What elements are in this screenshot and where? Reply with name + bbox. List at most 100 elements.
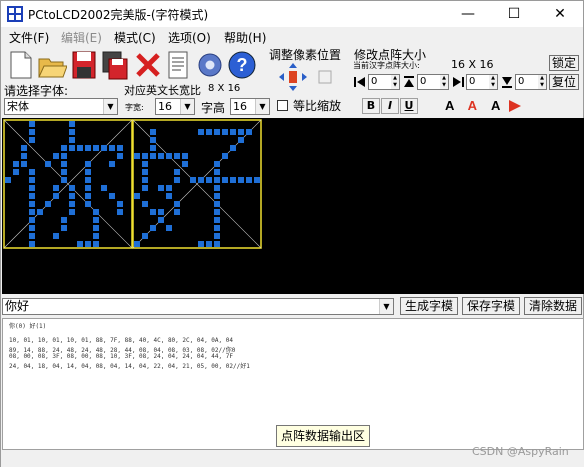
glyph-pixel[interactable]	[222, 177, 228, 183]
glyph-pixel[interactable]	[142, 161, 148, 167]
glyph-pixel[interactable]	[182, 161, 188, 167]
glyph-pixel[interactable]	[85, 193, 91, 199]
glyph-pixel[interactable]	[101, 145, 107, 151]
glyph-pixel[interactable]	[93, 209, 99, 215]
glyph-pixel[interactable]	[85, 177, 91, 183]
glyph-pixel[interactable]	[150, 137, 156, 143]
menu-options[interactable]: 选项(O)	[168, 29, 211, 46]
maximize-button[interactable]: ☐	[491, 1, 537, 27]
help-icon[interactable]: ?	[227, 49, 257, 81]
glyph-pixel[interactable]	[61, 161, 67, 167]
glyph-pixel[interactable]	[150, 209, 156, 215]
glyph-pixel[interactable]	[29, 129, 35, 135]
glyph-pixel[interactable]	[222, 153, 228, 159]
glyph-pixel[interactable]	[246, 129, 252, 135]
glyph-pixel[interactable]	[85, 201, 91, 207]
glyph-pixel[interactable]	[182, 153, 188, 159]
glyph-pixel[interactable]	[214, 217, 220, 223]
glyph-pixel[interactable]	[238, 137, 244, 143]
glyph-pixel[interactable]	[109, 193, 115, 199]
save-as-icon[interactable]	[101, 49, 131, 81]
glyph-pixel[interactable]	[61, 177, 67, 183]
shrink-down-icon[interactable]	[500, 75, 514, 89]
glyph-pixel[interactable]	[77, 241, 83, 247]
glyph-pixel[interactable]	[69, 209, 75, 215]
glyph-pixel[interactable]	[45, 161, 51, 167]
glyph-pixel[interactable]	[214, 185, 220, 191]
glyph-pixel[interactable]	[214, 193, 220, 199]
glyph-pixel[interactable]	[53, 185, 59, 191]
glyph-pixel[interactable]	[85, 161, 91, 167]
glyph-pixel[interactable]	[214, 177, 220, 183]
glyph-pixel[interactable]	[150, 153, 156, 159]
glyph-pixel[interactable]	[158, 217, 164, 223]
glyph-pixel[interactable]	[142, 185, 148, 191]
italic-button[interactable]: I	[381, 98, 399, 114]
glyph-pixel[interactable]	[174, 169, 180, 175]
glyph-pixel[interactable]	[93, 145, 99, 151]
glyph-pixel[interactable]	[214, 169, 220, 175]
glyph-pixel[interactable]	[29, 217, 35, 223]
glyph-pixel[interactable]	[29, 121, 35, 127]
glyph-pixel[interactable]	[45, 201, 51, 207]
delete-icon[interactable]	[133, 49, 163, 81]
glyph-pixel[interactable]	[117, 145, 123, 151]
glyph-pixel[interactable]	[85, 185, 91, 191]
glyph-pixel[interactable]	[93, 217, 99, 223]
glyph-pixel[interactable]	[109, 161, 115, 167]
glyph-pixel[interactable]	[61, 217, 67, 223]
glyph-grid[interactable]	[2, 118, 584, 294]
glyph-pixel[interactable]	[29, 241, 35, 247]
glyph-pixel[interactable]	[166, 185, 172, 191]
menu-mode[interactable]: 模式(C)	[114, 29, 156, 46]
shrink-left-icon[interactable]	[353, 75, 367, 89]
glyph-pixel[interactable]	[13, 169, 19, 175]
shrink-up-icon[interactable]	[402, 75, 416, 89]
glyph-pixel[interactable]	[198, 241, 204, 247]
glyph-pixel[interactable]	[29, 169, 35, 175]
new-file-icon[interactable]	[5, 49, 35, 81]
glyph-pixel[interactable]	[214, 225, 220, 231]
glyph-pixel[interactable]	[5, 177, 11, 183]
glyph-pixel[interactable]	[93, 225, 99, 231]
menu-file[interactable]: 文件(F)	[9, 29, 49, 46]
spin-top[interactable]: 0 ▲ ▼	[417, 74, 449, 90]
glyph-pixel[interactable]	[29, 233, 35, 239]
glyph-pixel[interactable]	[61, 225, 67, 231]
font-select[interactable]: 宋体 ▼	[4, 98, 118, 115]
glyph-pixel[interactable]	[166, 193, 172, 199]
spin-left[interactable]: 0 ▲ ▼	[368, 74, 400, 90]
glyph-pixel[interactable]	[198, 177, 204, 183]
glyph-pixel[interactable]	[69, 129, 75, 135]
glyph-pixel[interactable]	[134, 153, 140, 159]
glyph-pixel[interactable]	[85, 241, 91, 247]
glyph-pixel[interactable]	[29, 137, 35, 143]
rotate-flip-icon[interactable]: A	[487, 96, 527, 114]
glyph-pixel[interactable]	[13, 161, 19, 167]
open-folder-icon[interactable]	[37, 49, 67, 81]
glyph-pixel[interactable]	[69, 201, 75, 207]
glyph-pixel[interactable]	[85, 145, 91, 151]
glyph-pixel[interactable]	[230, 177, 236, 183]
glyph-pixel[interactable]	[29, 177, 35, 183]
glyph-pixel[interactable]	[214, 201, 220, 207]
glyph-pixel[interactable]	[230, 145, 236, 151]
glyph-pixel[interactable]	[198, 129, 204, 135]
glyph-pixel[interactable]	[158, 185, 164, 191]
glyph-pixel[interactable]	[53, 193, 59, 199]
glyph-cell-hao[interactable]	[132, 119, 262, 249]
glyph-pixel[interactable]	[53, 233, 59, 239]
char-width-select[interactable]: 16 ▼	[155, 98, 195, 115]
bold-button[interactable]: B	[362, 98, 380, 114]
glyph-pixel[interactable]	[142, 153, 148, 159]
shrink-right-icon[interactable]	[451, 75, 465, 89]
glyph-pixel[interactable]	[21, 153, 27, 159]
text-input[interactable]: 你好 ▼	[2, 298, 394, 315]
glyph-pixel[interactable]	[150, 225, 156, 231]
glyph-pixel[interactable]	[206, 129, 212, 135]
generate-button[interactable]: 生成字模	[400, 297, 458, 315]
glyph-pixel[interactable]	[150, 129, 156, 135]
glyph-pixel[interactable]	[93, 233, 99, 239]
glyph-pixel[interactable]	[134, 193, 140, 199]
glyph-pixel[interactable]	[61, 153, 67, 159]
